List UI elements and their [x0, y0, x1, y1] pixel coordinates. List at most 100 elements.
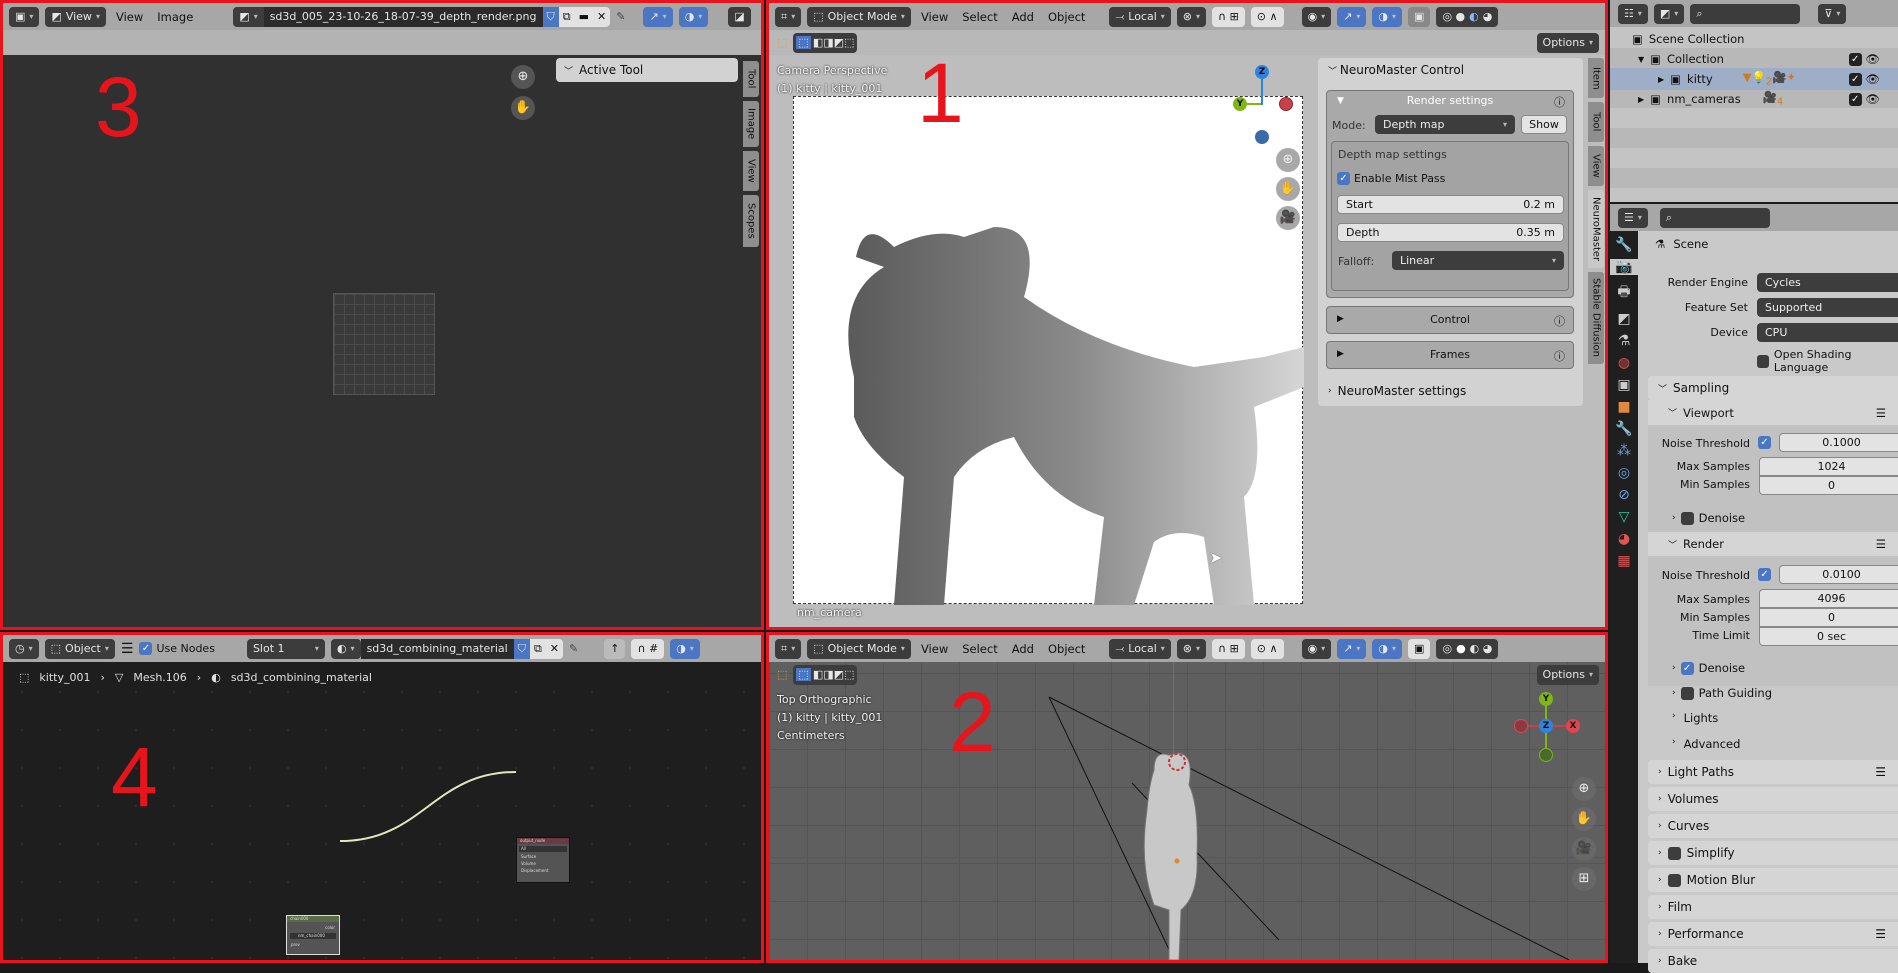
orientation-dropdown[interactable]: ⤙ Local ▾: [1109, 6, 1171, 27]
feature-set-dropdown[interactable]: Supported: [1757, 298, 1898, 317]
browse-image-button[interactable]: ◩ ▾: [233, 6, 264, 27]
start-field[interactable]: Start 0.2 m: [1337, 195, 1564, 214]
render-tab-icon[interactable]: 📷: [1610, 259, 1638, 275]
checkbox-unchecked-icon[interactable]: [1667, 873, 1681, 887]
tab-tool[interactable]: Tool: [743, 61, 759, 97]
physics-tab-icon[interactable]: ◎: [1618, 465, 1630, 481]
render-max-samples-field[interactable]: 4096: [1759, 589, 1898, 608]
gizmo-z[interactable]: Z: [1539, 719, 1553, 733]
gizmo-x-negative[interactable]: [1279, 97, 1293, 111]
light-paths-section[interactable]: › Light Paths ☰: [1648, 760, 1898, 784]
ortho-grid-icon[interactable]: ⊞: [1572, 867, 1596, 891]
tab-item[interactable]: Item: [1588, 58, 1604, 98]
output-tab-icon[interactable]: 🖶: [1617, 281, 1630, 305]
camera-view-icon[interactable]: 🎥: [1572, 837, 1596, 861]
gizmo-y-negative[interactable]: [1539, 748, 1553, 762]
selection-mode-buttons[interactable]: ⬚ ◧◨◩⬚: [793, 32, 858, 53]
viewport-max-samples-field[interactable]: 1024: [1759, 457, 1898, 476]
help-icon[interactable]: ⓘ: [1554, 94, 1565, 110]
new-image-icon[interactable]: ⧉: [558, 6, 575, 27]
gizmo-x-negative[interactable]: [1514, 719, 1528, 733]
film-section[interactable]: › Film: [1648, 895, 1898, 919]
viewport-subsection[interactable]: ﹀ Viewport ☰: [1648, 400, 1898, 425]
camera-view-icon[interactable]: 🎥: [1276, 206, 1300, 230]
depth-field[interactable]: Depth 0.35 m: [1337, 223, 1564, 242]
tool-tab-icon[interactable]: 🔧: [1615, 237, 1632, 253]
gizmo-x[interactable]: X: [1566, 719, 1580, 733]
proportional-edit-icon[interactable]: ⊙ ∧: [1250, 6, 1284, 27]
search-input[interactable]: ⌕: [1659, 207, 1770, 228]
show-button[interactable]: Show: [1521, 115, 1567, 134]
pan-hand-icon[interactable]: ✋: [1572, 807, 1596, 831]
device-dropdown[interactable]: CPU: [1757, 323, 1898, 342]
visibility-controls[interactable]: ✓ 👁: [1848, 92, 1880, 106]
visibility-controls[interactable]: ✓ 👁: [1848, 72, 1880, 86]
view-layer-tab-icon[interactable]: ◩: [1617, 311, 1630, 327]
volumes-section[interactable]: › Volumes: [1648, 787, 1898, 811]
outliner-row-kitty[interactable]: ▶ ▣ kitty ▼💡2🎥✦ ✓ 👁: [1610, 68, 1898, 90]
chain-node[interactable]: chain000 color nm_chain000 prev: [286, 915, 340, 955]
checkbox-unchecked-icon[interactable]: [1667, 846, 1681, 860]
motion-blur-section[interactable]: › Motion Blur: [1648, 868, 1898, 892]
mode-dropdown[interactable]: Depth map ▾: [1375, 115, 1515, 134]
visibility-controls[interactable]: ✓ 👁: [1848, 52, 1880, 66]
select-tool-icon[interactable]: ⬚: [777, 36, 787, 49]
gizmo-toggle-icon[interactable]: ↗ ▾: [1337, 6, 1367, 27]
world-tab-icon[interactable]: ◍: [1618, 355, 1630, 371]
render-denoise-row[interactable]: › ✓ Denoise: [1672, 661, 1745, 675]
constraints-tab-icon[interactable]: ⊘: [1618, 487, 1630, 503]
zoom-icon[interactable]: ⊕: [1276, 148, 1300, 172]
snap-magnet-icon[interactable]: ∩ ⊞: [1212, 6, 1245, 27]
texture-tab-icon[interactable]: ▦: [1617, 553, 1630, 569]
target-dropdown[interactable]: All: [519, 846, 567, 852]
editor-type-button[interactable]: ☷ ▾: [1618, 3, 1648, 24]
material-tab-icon[interactable]: ◕: [1618, 531, 1630, 547]
menu-object[interactable]: Object: [1044, 10, 1089, 24]
control-section[interactable]: ▶ Control ⓘ: [1326, 306, 1574, 334]
editor-type-button[interactable]: ☰ ▾: [1618, 207, 1648, 228]
render-noise-threshold-field[interactable]: 0.0100: [1779, 565, 1898, 584]
collection-tab-icon[interactable]: ▣: [1617, 377, 1630, 393]
tab-tool[interactable]: Tool: [1588, 102, 1604, 142]
tab-view[interactable]: View: [743, 151, 759, 191]
lights-row[interactable]: › Lights: [1672, 711, 1718, 725]
menu-view[interactable]: View: [112, 10, 147, 24]
osl-checkbox[interactable]: Open Shading Language: [1757, 348, 1898, 374]
view-mode-dropdown[interactable]: ◩ View ▾: [45, 6, 106, 27]
mode-dropdown[interactable]: ⬚ Object Mode ▾: [807, 6, 911, 27]
pivot-icon[interactable]: ⊗ ▾: [1176, 6, 1207, 27]
outliner-row-scene-collection[interactable]: ▣ Scene Collection: [1610, 28, 1898, 50]
curves-section[interactable]: › Curves: [1648, 814, 1898, 838]
gizmo-z-negative[interactable]: [1255, 130, 1269, 144]
bake-section[interactable]: › Bake: [1648, 949, 1898, 973]
sidebar-toggle-icon[interactable]: ◪: [728, 6, 751, 27]
modifier-tab-icon[interactable]: 🔧: [1615, 421, 1632, 437]
data-tab-icon[interactable]: ▽: [1619, 509, 1630, 525]
tab-stable-diffusion[interactable]: Stable Diffusion: [1588, 272, 1604, 364]
menu-image[interactable]: Image: [153, 10, 197, 24]
tab-scopes[interactable]: Scopes: [743, 195, 759, 247]
outliner-row-collection[interactable]: ▼ ▣ Collection ✓ 👁: [1610, 48, 1898, 70]
falloff-dropdown[interactable]: Linear ▾: [1392, 251, 1564, 270]
search-input[interactable]: ⌕: [1690, 3, 1801, 24]
display-mode-button[interactable]: ◩ ▾: [1653, 3, 1685, 24]
gizmo-y[interactable]: Y: [1539, 692, 1553, 706]
options-dropdown[interactable]: Options ▾: [1536, 32, 1599, 53]
viewport-denoise-row[interactable]: › Denoise: [1672, 511, 1745, 525]
render-engine-dropdown[interactable]: Cycles: [1757, 273, 1898, 292]
overlay-toggle-icon[interactable]: ◑ ▾: [678, 6, 709, 27]
shading-modes[interactable]: ◎ ● ◐ ◕: [1436, 6, 1499, 27]
visibility-icon[interactable]: ◉ ▾: [1301, 6, 1332, 27]
path-guiding-row[interactable]: › Path Guiding: [1672, 686, 1772, 700]
object-tab-icon[interactable]: ■: [1617, 399, 1630, 415]
image-name-field[interactable]: sd3d_005_23-10-26_18-07-39_depth_render.…: [263, 6, 543, 27]
menu-add[interactable]: Add: [1008, 10, 1038, 24]
node-group-field[interactable]: nm_chain000: [290, 933, 336, 939]
time-limit-field[interactable]: 0 sec: [1759, 627, 1898, 646]
frames-section[interactable]: ▶ Frames ⓘ: [1326, 341, 1574, 369]
help-icon[interactable]: ⓘ: [1554, 348, 1565, 364]
outliner-row-nm-cameras[interactable]: ▶ ▣ nm_cameras 🎥4 ✓ 👁: [1610, 88, 1898, 110]
help-icon[interactable]: ⓘ: [1554, 313, 1565, 329]
noise-threshold-checkbox[interactable]: ✓: [1758, 436, 1771, 449]
enable-mist-checkbox[interactable]: ✓ Enable Mist Pass: [1337, 172, 1445, 185]
